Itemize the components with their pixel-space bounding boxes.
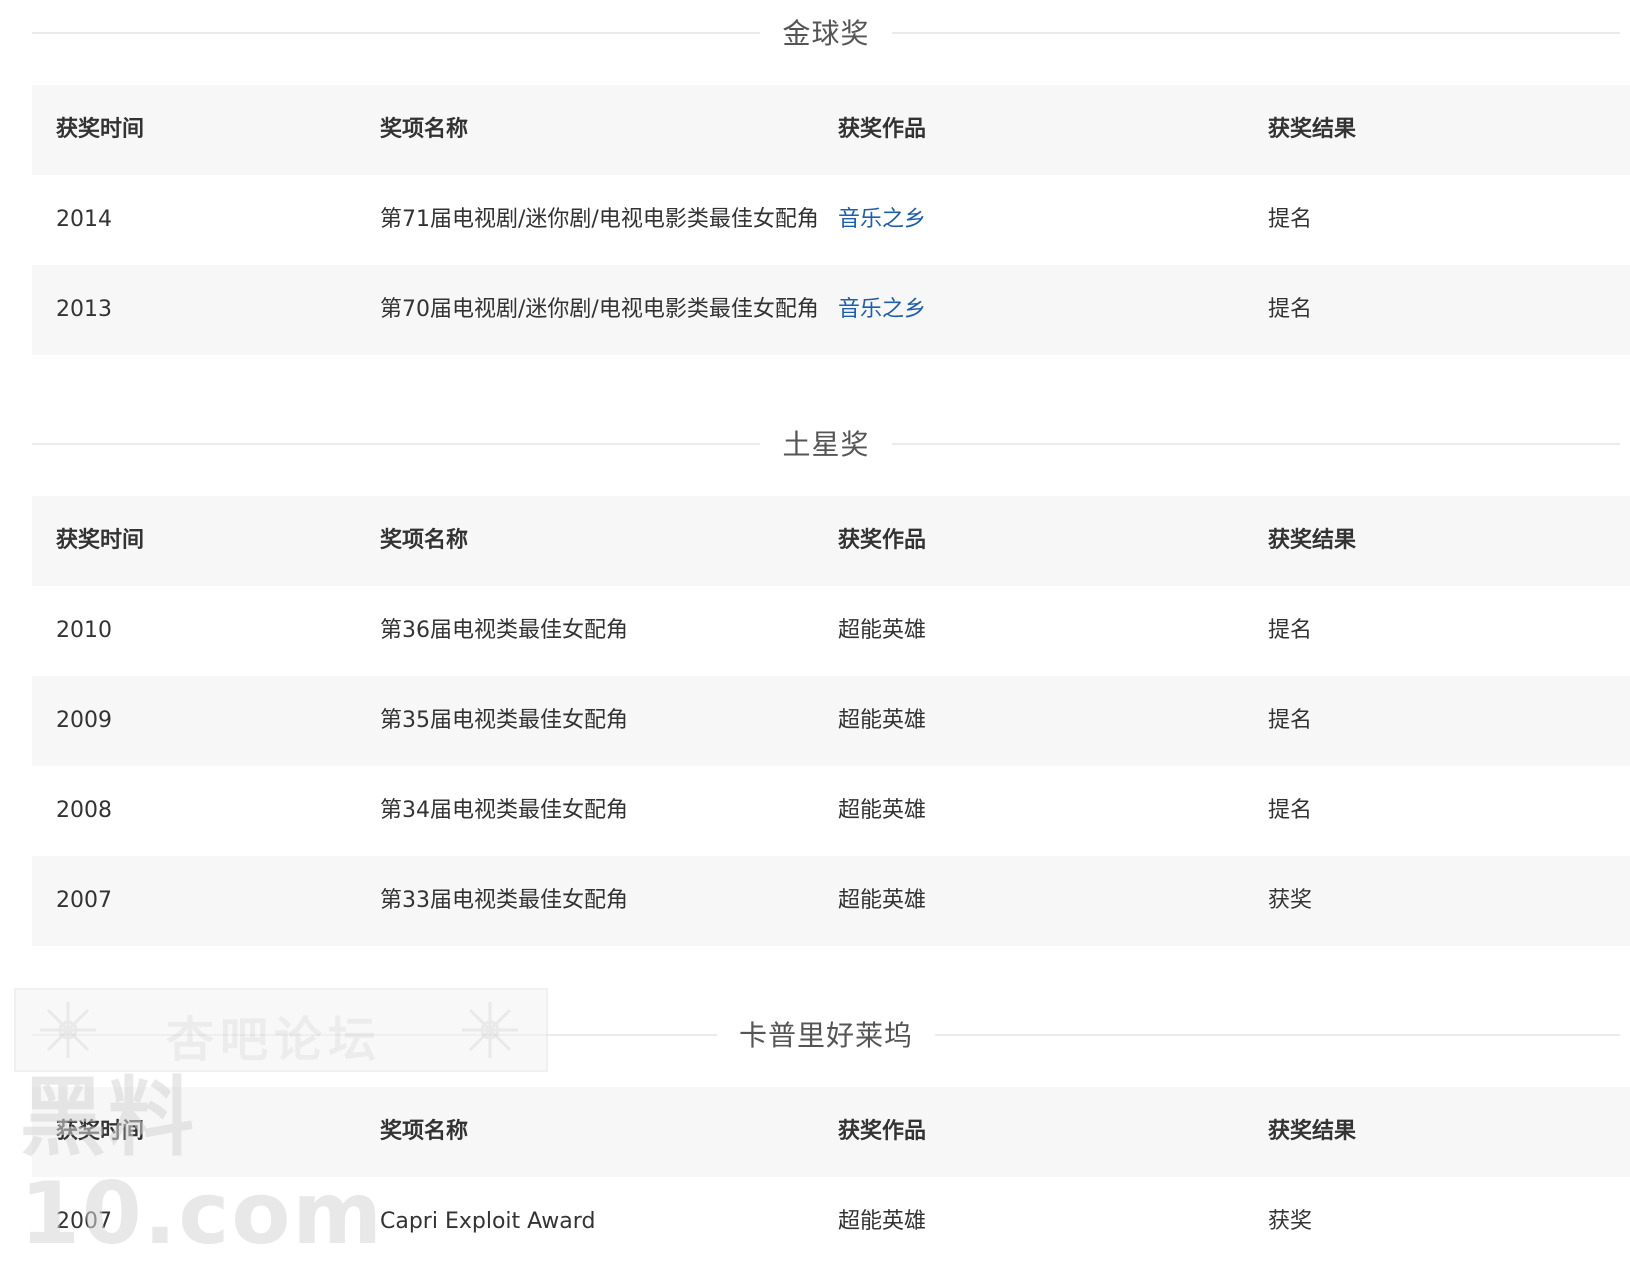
cell-year: 2013 — [32, 265, 380, 355]
cell-award-name: 第35届电视类最佳女配角 — [380, 676, 838, 766]
awards-content: 金球奖 获奖时间 奖项名称 获奖作品 获奖结果 2014 第71届电视剧/迷你剧… — [32, 0, 1630, 1267]
column-header-award-name: 奖项名称 — [380, 1087, 838, 1177]
cell-year: 2010 — [56, 618, 112, 643]
table-header-row: 获奖时间 奖项名称 获奖作品 获奖结果 — [32, 1087, 1630, 1177]
column-header-result: 获奖结果 — [1268, 85, 1630, 175]
award-section-saturn: 土星奖 获奖时间 奖项名称 获奖作品 获奖结果 2010 第36届电视类最佳女配… — [32, 411, 1630, 946]
cell-result: 获奖 — [1268, 856, 1630, 946]
column-header-year: 获奖时间 — [32, 496, 380, 586]
table-header-row: 获奖时间 奖项名称 获奖作品 获奖结果 — [32, 85, 1630, 175]
cell-result: 提名 — [1268, 798, 1313, 823]
cell-work: 超能英雄 — [838, 676, 1268, 766]
award-section-golden-globe: 金球奖 获奖时间 奖项名称 获奖作品 获奖结果 2014 第71届电视剧/迷你剧… — [32, 0, 1630, 355]
cell-result: 提名 — [1268, 676, 1630, 766]
cell-award-name: 第70届电视剧/迷你剧/电视电影类最佳女配角 — [380, 265, 838, 355]
cell-work: 音乐之乡 — [838, 175, 1268, 265]
section-title-text: 金球奖 — [760, 12, 892, 52]
cell-result: 提名 — [1268, 618, 1313, 643]
cell-work: 音乐之乡 — [838, 265, 1268, 355]
cell-work: 超能英雄 — [838, 618, 927, 643]
table-row: 2010 第36届电视类最佳女配角 超能英雄 提名 — [32, 586, 1630, 676]
award-table: 获奖时间 奖项名称 获奖作品 获奖结果 2007 Capri Exploit A… — [32, 1087, 1630, 1267]
work-link[interactable]: 音乐之乡 — [838, 297, 926, 322]
table-row: 2007 Capri Exploit Award 超能英雄 获奖 — [32, 1177, 1630, 1267]
column-header-year: 获奖时间 — [32, 1087, 380, 1177]
award-table: 获奖时间 奖项名称 获奖作品 获奖结果 2014 第71届电视剧/迷你剧/电视电… — [32, 85, 1630, 355]
work-link[interactable]: 音乐之乡 — [838, 207, 926, 232]
cell-award-name: Capri Exploit Award — [380, 1209, 596, 1234]
cell-year: 2007 — [56, 1209, 112, 1234]
cell-award-name: 第36届电视类最佳女配角 — [380, 618, 628, 643]
table-row: 2013 第70届电视剧/迷你剧/电视电影类最佳女配角 音乐之乡 提名 — [32, 265, 1630, 355]
table-row: 2009 第35届电视类最佳女配角 超能英雄 提名 — [32, 676, 1630, 766]
column-header-result: 获奖结果 — [1268, 1087, 1630, 1177]
cell-result: 获奖 — [1268, 1209, 1313, 1234]
cell-result: 提名 — [1268, 265, 1630, 355]
table-header-row: 获奖时间 奖项名称 获奖作品 获奖结果 — [32, 496, 1630, 586]
cell-work: 超能英雄 — [838, 1209, 927, 1234]
table-row: 2014 第71届电视剧/迷你剧/电视电影类最佳女配角 音乐之乡 提名 — [32, 175, 1630, 265]
cell-award-name: 第33届电视类最佳女配角 — [380, 856, 838, 946]
award-section-capri-hollywood: 卡普里好莱坞 获奖时间 奖项名称 获奖作品 获奖结果 2007 Capri Ex… — [32, 1002, 1630, 1267]
cell-year: 2008 — [56, 798, 112, 823]
cell-year: 2007 — [32, 856, 380, 946]
column-header-work: 获奖作品 — [838, 1087, 1268, 1177]
section-title: 土星奖 — [32, 411, 1620, 475]
table-row: 2007 第33届电视类最佳女配角 超能英雄 获奖 — [32, 856, 1630, 946]
column-header-result: 获奖结果 — [1268, 496, 1630, 586]
column-header-award-name: 奖项名称 — [380, 85, 838, 175]
cell-work: 超能英雄 — [838, 798, 927, 823]
cell-result: 提名 — [1268, 207, 1313, 232]
cell-work: 超能英雄 — [838, 856, 1268, 946]
column-header-work: 获奖作品 — [838, 85, 1268, 175]
cell-year: 2009 — [32, 676, 380, 766]
column-header-year: 获奖时间 — [32, 85, 380, 175]
cell-award-name: 第71届电视剧/迷你剧/电视电影类最佳女配角 — [380, 207, 819, 232]
section-title-text: 土星奖 — [760, 423, 892, 463]
section-title-text: 卡普里好莱坞 — [716, 1014, 935, 1054]
cell-year: 2014 — [56, 207, 112, 232]
cell-award-name: 第34届电视类最佳女配角 — [380, 798, 628, 823]
table-row: 2008 第34届电视类最佳女配角 超能英雄 提名 — [32, 766, 1630, 856]
award-table: 获奖时间 奖项名称 获奖作品 获奖结果 2010 第36届电视类最佳女配角 超能… — [32, 496, 1630, 946]
column-header-award-name: 奖项名称 — [380, 496, 838, 586]
section-title: 卡普里好莱坞 — [32, 1002, 1620, 1066]
column-header-work: 获奖作品 — [838, 496, 1268, 586]
section-title: 金球奖 — [32, 0, 1620, 64]
